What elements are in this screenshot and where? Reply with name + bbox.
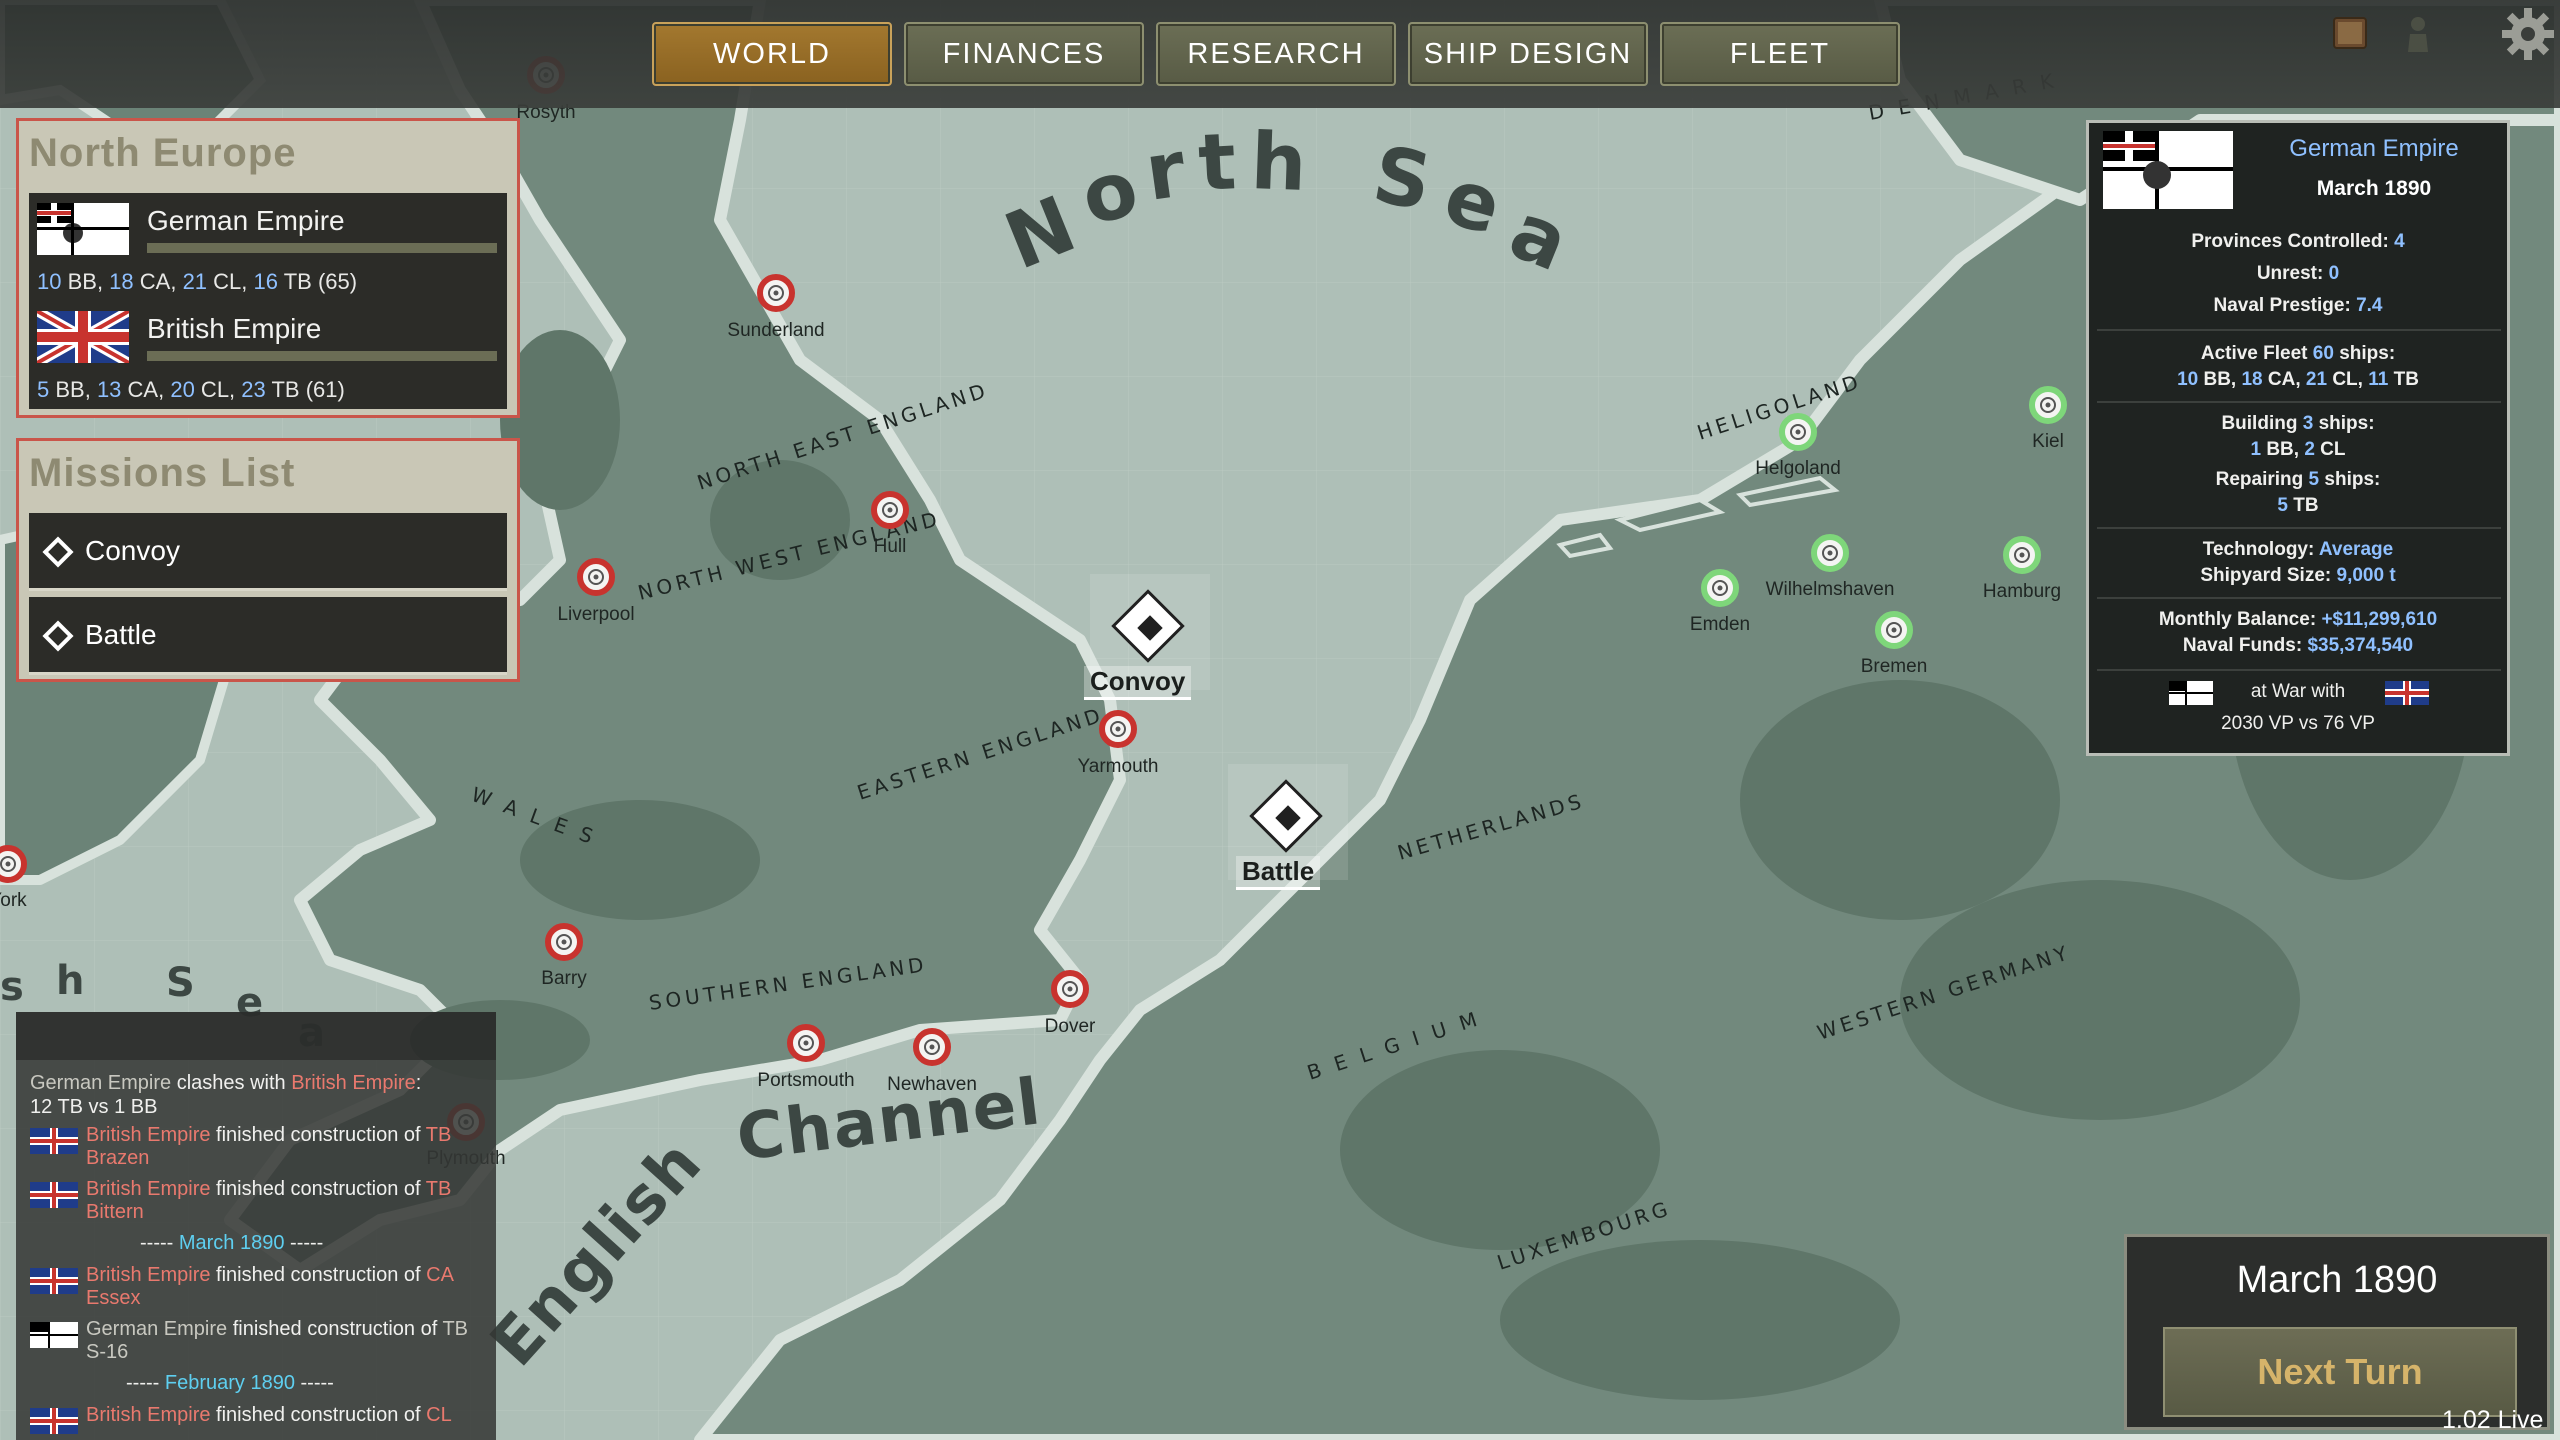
mission-item-convoy[interactable]: Convoy <box>29 513 507 591</box>
divider <box>2097 329 2501 331</box>
svg-text:t: t <box>1196 117 1240 209</box>
port-label: York <box>0 890 27 911</box>
divider <box>2097 669 2501 671</box>
region-panel: North Europe German Empire 10 BB, 18 CA,… <box>16 118 520 418</box>
divider <box>2097 597 2501 599</box>
nation-summary-german[interactable]: German Empire 10 BB, 18 CA, 21 CL, 16 TB… <box>29 193 507 301</box>
missions-title: Missions List <box>29 451 296 495</box>
log-entry: British Empire finished construction of … <box>86 1178 452 1223</box>
repairing-composition: 5 TB <box>2277 495 2319 516</box>
port-label: Emden <box>1690 614 1750 635</box>
port-label: Hull <box>874 536 907 557</box>
british-flag-icon <box>30 1408 78 1434</box>
diamond-icon <box>42 620 74 652</box>
port-label: Yarmouth <box>1078 756 1159 777</box>
repairing-ships: Repairing 5 ships: <box>2215 469 2381 490</box>
tab-world[interactable]: WORLD <box>652 22 892 86</box>
book-icon[interactable] <box>2328 12 2372 56</box>
tab-ship-design[interactable]: SHIP DESIGN <box>1408 22 1648 86</box>
log-entry: British Empire finished construction of … <box>86 1264 454 1309</box>
nation-name-british: British Empire <box>147 313 322 344</box>
svg-text:h: h <box>56 958 86 1004</box>
soldier-icon[interactable] <box>2396 12 2440 56</box>
port-label: Dover <box>1045 1016 1096 1037</box>
victory-points: 2030 VP vs 76 VP <box>2221 713 2375 734</box>
diamond-icon <box>42 536 74 568</box>
fleet-stats-german: 10 BB, 18 CA, 21 CL, 16 TB (65) <box>37 269 358 294</box>
tab-finances[interactable]: FINANCES <box>904 22 1144 86</box>
settings-gear-icon[interactable] <box>2500 6 2556 62</box>
port-label: Portsmouth <box>757 1070 854 1091</box>
port-label: Helgoland <box>1755 458 1841 479</box>
divider <box>2097 527 2501 529</box>
tab-fleet[interactable]: FLEET <box>1660 22 1900 86</box>
log-entry: 12 TB vs 1 BB <box>30 1096 158 1118</box>
german-flag-icon <box>30 1322 78 1348</box>
log-entry: German Empire finished construction of T… <box>86 1318 469 1363</box>
port-label: Bremen <box>1861 656 1928 677</box>
british-flag-icon <box>30 1128 78 1154</box>
active-fleet: Active Fleet 60 ships: <box>2200 343 2396 364</box>
mission-item-battle[interactable]: Battle <box>29 597 507 675</box>
british-flag-icon <box>30 1268 78 1294</box>
naval-funds: Naval Funds: $35,374,540 <box>2182 635 2414 656</box>
region-title: North Europe <box>29 131 297 175</box>
building-ships: Building 3 ships: <box>2221 413 2375 434</box>
mission-label: Convoy <box>85 535 180 566</box>
provinces-controlled: Provinces Controlled: 4 <box>2191 231 2405 252</box>
version-label: 1.02 Live <box>2442 1406 2544 1434</box>
missions-panel: Missions List Convoy Battle <box>16 438 520 682</box>
log-entry: British Empire finished construction of … <box>86 1124 452 1169</box>
monthly-balance: Monthly Balance: +$11,299,610 <box>2158 609 2438 630</box>
technology-level: Technology: Average <box>2202 539 2394 560</box>
nation-info-panel: German Empire March 1890 Provinces Contr… <box>2086 120 2510 756</box>
log-date-separator: ----- March 1890 ----- <box>140 1232 324 1254</box>
british-flag-icon <box>30 1182 78 1208</box>
port-label: Kiel <box>2032 431 2064 452</box>
main-nav-tabs: WORLD FINANCES RESEARCH SHIP DESIGN FLEE… <box>652 22 1900 86</box>
fleet-stats-british: 5 BB, 13 CA, 20 CL, 23 TB (61) <box>37 377 345 402</box>
map-mission-convoy-label: Convoy <box>1084 666 1192 700</box>
german-flag-icon <box>2103 131 2233 209</box>
unrest: Unrest: 0 <box>2256 263 2340 284</box>
svg-text:S: S <box>166 960 197 1006</box>
shipyard-size: Shipyard Size: 9,000 t <box>2200 565 2396 586</box>
port-label: Liverpool <box>557 604 634 625</box>
british-flag-icon <box>2385 681 2429 705</box>
german-flag-icon <box>37 203 129 255</box>
next-turn-button[interactable]: Next Turn <box>2163 1327 2517 1417</box>
turn-date: March 1890 <box>2236 1259 2438 1301</box>
event-log-panel[interactable]: German Empire clashes with British Empir… <box>16 1012 496 1440</box>
tab-research[interactable]: RESEARCH <box>1156 22 1396 86</box>
mission-label: Battle <box>85 619 157 650</box>
port-label: Wilhelmshaven <box>1766 579 1895 600</box>
svg-text:h: h <box>1249 117 1310 209</box>
current-date: March 1890 <box>2316 177 2432 200</box>
log-entry: British Empire finished construction of … <box>86 1404 452 1426</box>
port-label: Hamburg <box>1983 581 2061 602</box>
svg-text:s: s <box>0 964 26 1010</box>
strength-bar-german <box>147 243 497 253</box>
turn-panel: March 1890 Next Turn <box>2124 1234 2550 1430</box>
nation-name: German Empire <box>2289 135 2459 162</box>
british-flag-icon <box>37 311 129 363</box>
event-log-header <box>16 1012 496 1060</box>
war-status: at War with <box>2250 681 2346 702</box>
building-composition: 1 BB, 2 CL <box>2250 439 2346 460</box>
strength-bar-british <box>147 351 497 361</box>
nation-summary-british[interactable]: British Empire 5 BB, 13 CA, 20 CL, 23 TB… <box>29 301 507 409</box>
map-mission-battle-label: Battle <box>1236 856 1321 890</box>
port-label: Sunderland <box>727 320 824 341</box>
naval-prestige: Naval Prestige: 7.4 <box>2213 295 2383 316</box>
port-label: Newhaven <box>887 1074 977 1095</box>
log-entry: German Empire clashes with British Empir… <box>30 1072 422 1094</box>
divider <box>2097 401 2501 403</box>
nation-name-german: German Empire <box>147 205 345 236</box>
log-date-separator: ----- February 1890 ----- <box>126 1372 334 1394</box>
active-fleet-composition: 10 BB, 18 CA, 21 CL, 11 TB <box>2177 369 2419 390</box>
port-label: Barry <box>541 968 587 989</box>
